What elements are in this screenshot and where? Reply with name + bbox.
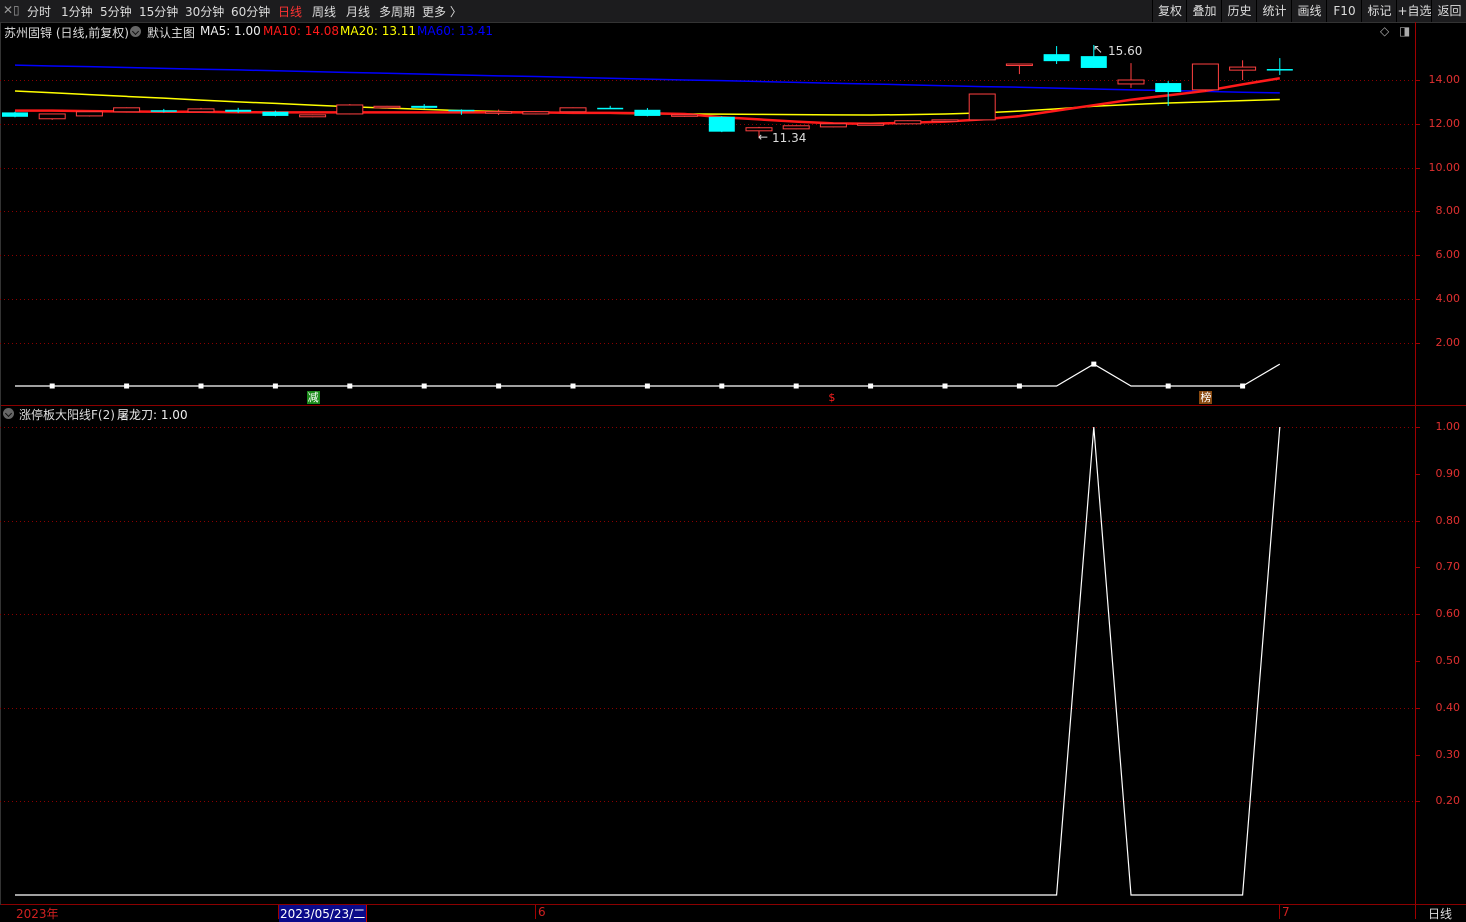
low-arrow-icon: ← bbox=[758, 130, 769, 144]
indicator-axis-label: 0.40 bbox=[1435, 700, 1461, 714]
candle-up bbox=[299, 114, 327, 118]
indicator-axis-label: 1.00 bbox=[1435, 419, 1461, 433]
candle-up bbox=[522, 111, 550, 115]
ma60-label: MA60: 13.41 bbox=[417, 24, 494, 38]
indicator-title[interactable]: 涨停板大阳线F(2) bbox=[19, 406, 115, 423]
high-arrow-icon: ↖ bbox=[1093, 42, 1104, 56]
candle-up bbox=[113, 107, 141, 113]
x-axis-year: 2023年 bbox=[16, 907, 59, 921]
period-label[interactable]: 日线 bbox=[1428, 905, 1452, 922]
indicator-axis-label: 0.60 bbox=[1435, 606, 1461, 620]
price-axis-label: 12.00 bbox=[1428, 116, 1461, 130]
candle-down bbox=[1155, 83, 1182, 93]
candle-up bbox=[75, 111, 103, 117]
indicator-marker bbox=[49, 383, 55, 389]
indicator-marker bbox=[868, 383, 874, 389]
indicator-axis-label: 0.70 bbox=[1435, 559, 1461, 573]
indicator-marker bbox=[942, 383, 948, 389]
ma5-indicator-line bbox=[15, 363, 1281, 387]
kline-chart[interactable] bbox=[0, 0, 1466, 919]
candle-up bbox=[931, 119, 959, 122]
indicator-axis-label: 0.90 bbox=[1435, 466, 1461, 480]
candle-down bbox=[1080, 56, 1107, 68]
candle-up bbox=[819, 123, 847, 128]
ma60-line bbox=[14, 64, 1280, 94]
indicator-marker bbox=[1240, 383, 1246, 389]
indicator-marker bbox=[570, 383, 576, 389]
x-axis-month-6: 6 bbox=[538, 905, 546, 919]
indicator-marker bbox=[1091, 361, 1097, 367]
price-axis-label: 6.00 bbox=[1435, 247, 1461, 261]
x-axis-month-7: 7 bbox=[1282, 905, 1290, 919]
candle-down bbox=[1266, 69, 1293, 71]
candle-up bbox=[1117, 79, 1145, 85]
candle-up bbox=[968, 93, 996, 121]
candle-up bbox=[1005, 63, 1033, 67]
template-dropdown-icon[interactable] bbox=[130, 26, 141, 37]
template-label[interactable]: 默认主图 bbox=[147, 24, 195, 41]
ma20-label: MA20: 13.11 bbox=[340, 24, 417, 38]
price-axis-label: 14.00 bbox=[1428, 72, 1461, 86]
ma10-label: MA10: 14.08 bbox=[263, 24, 340, 38]
candle-up bbox=[1229, 66, 1257, 71]
candle-up bbox=[559, 107, 587, 113]
low-price-label: 11.34 bbox=[772, 131, 807, 145]
signal-tag: 榜 bbox=[1199, 391, 1213, 404]
price-axis-label: 2.00 bbox=[1435, 335, 1461, 349]
indicator-axis-label: 0.80 bbox=[1435, 513, 1461, 527]
signal-tag: $ bbox=[828, 391, 836, 404]
cursor-date-label: 2023/05/23/二 bbox=[279, 905, 368, 922]
price-axis-label: 8.00 bbox=[1435, 203, 1461, 217]
candle-up bbox=[38, 113, 66, 120]
indicator-marker bbox=[1016, 383, 1022, 389]
indicator-axis-label: 0.20 bbox=[1435, 793, 1461, 807]
candle-up bbox=[1191, 63, 1219, 91]
indicator-marker bbox=[719, 383, 725, 389]
indicator-marker bbox=[793, 383, 799, 389]
price-axis-label: 10.00 bbox=[1428, 160, 1461, 174]
candle-down bbox=[225, 109, 252, 112]
candle-down bbox=[150, 110, 177, 112]
candle-down bbox=[597, 107, 624, 110]
candle-up bbox=[485, 111, 513, 114]
tulongdao-line bbox=[15, 426, 1281, 896]
indicator-marker bbox=[198, 383, 204, 389]
indicator-marker bbox=[347, 383, 353, 389]
candle-down bbox=[1043, 54, 1070, 62]
indicator-axis-label: 0.30 bbox=[1435, 747, 1461, 761]
price-axis-label: 4.00 bbox=[1435, 291, 1461, 305]
indicator-marker bbox=[421, 383, 427, 389]
candle-up bbox=[373, 105, 401, 109]
candle-down bbox=[448, 109, 475, 112]
stock-title: 苏州固锝 (日线,前复权) bbox=[4, 26, 129, 40]
candle-down bbox=[708, 116, 735, 132]
indicator-marker bbox=[644, 383, 650, 389]
candle-up bbox=[782, 125, 810, 130]
indicator-marker bbox=[124, 383, 130, 389]
candle-down bbox=[634, 109, 661, 116]
panel-layout-icon[interactable]: ◨ bbox=[1399, 24, 1410, 38]
signal-tag: 减 bbox=[306, 391, 320, 404]
indicator-marker bbox=[272, 383, 278, 389]
candle-up bbox=[894, 120, 922, 125]
candle-up bbox=[857, 123, 885, 126]
candle-down bbox=[2, 112, 28, 117]
indicator-value: 屠龙刀: 1.00 bbox=[117, 408, 188, 422]
candle-up bbox=[336, 104, 364, 115]
ma5-label: MA5: 1.00 bbox=[200, 24, 261, 38]
candle-up bbox=[187, 108, 215, 113]
indicator-dropdown-icon[interactable] bbox=[3, 408, 14, 419]
candle-down bbox=[411, 105, 438, 108]
indicator-axis-label: 0.50 bbox=[1435, 653, 1461, 667]
candle-up bbox=[671, 114, 699, 117]
candle-down bbox=[262, 111, 289, 116]
diamond-icon[interactable]: ◇ bbox=[1380, 24, 1389, 38]
indicator-marker bbox=[1165, 383, 1171, 389]
high-price-label: 15.60 bbox=[1108, 44, 1143, 58]
indicator-marker bbox=[496, 383, 502, 389]
